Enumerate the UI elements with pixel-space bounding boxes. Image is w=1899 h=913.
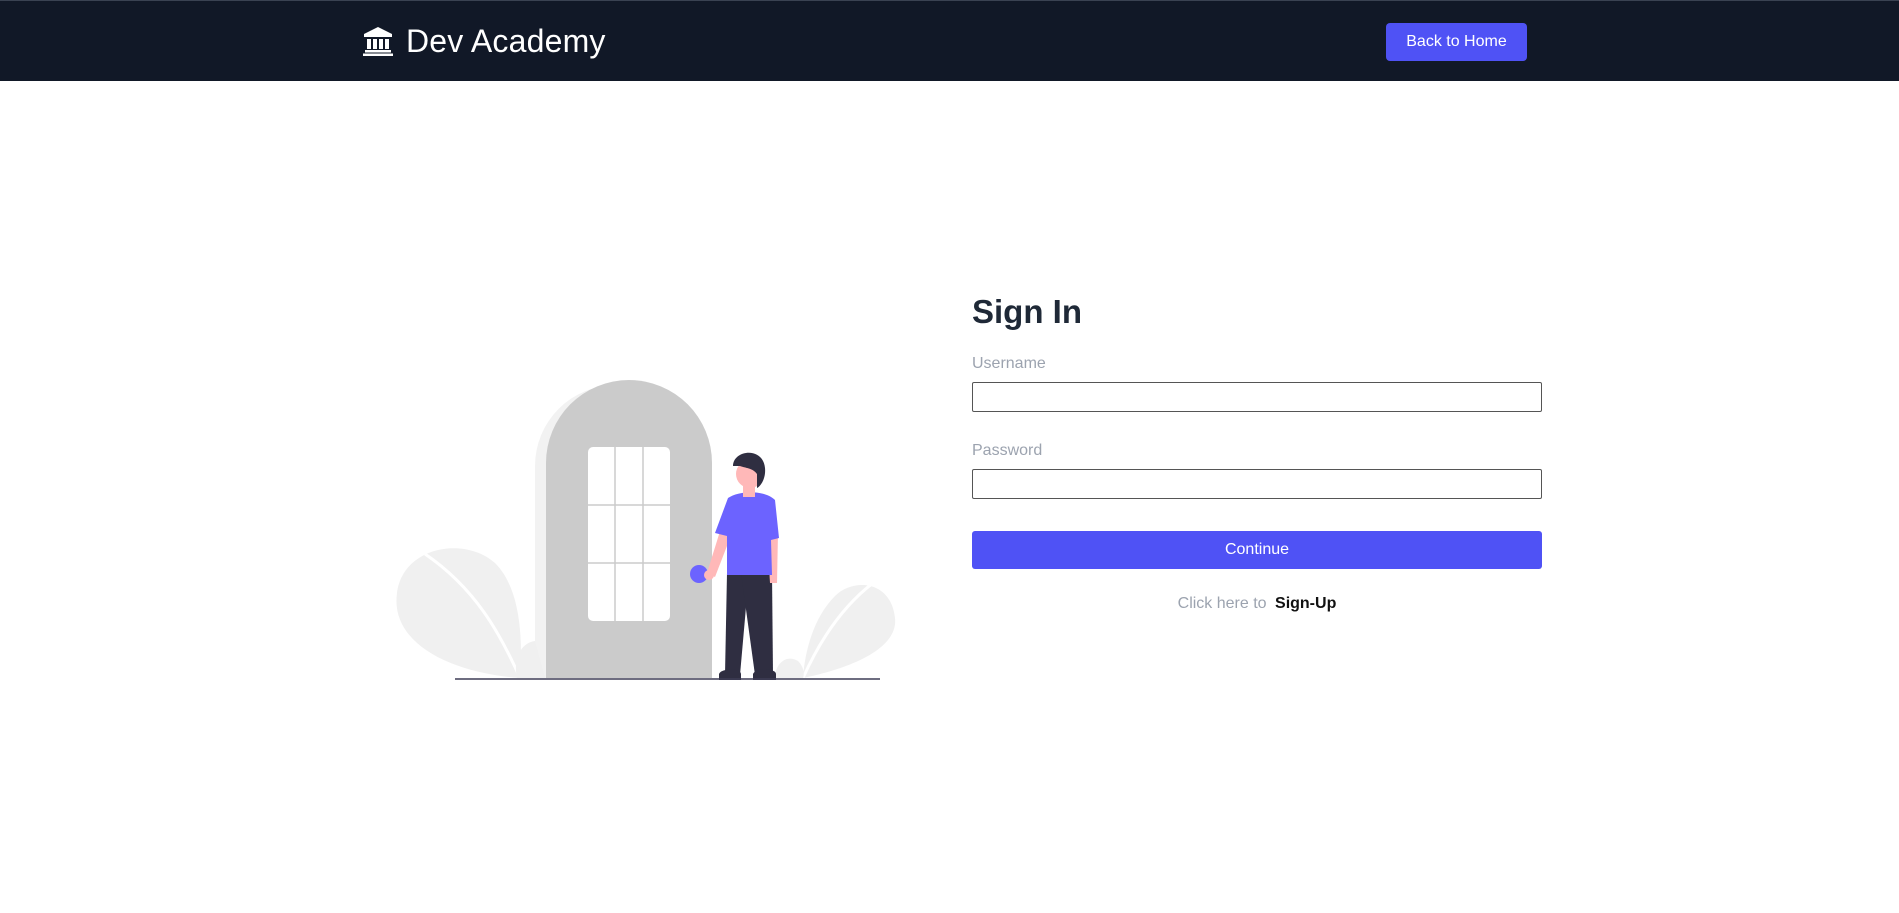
- door-window: [588, 447, 670, 621]
- signup-link[interactable]: Sign-Up: [1275, 595, 1336, 612]
- sign-in-form: Sign In Username Password Continue Click…: [972, 290, 1542, 614]
- person-at-door-illustration: [396, 380, 896, 680]
- left-leaf-shape: [396, 548, 521, 678]
- username-input[interactable]: [972, 382, 1542, 412]
- right-leaf-shape: [803, 585, 896, 678]
- back-to-home-button[interactable]: Back to Home: [1386, 23, 1527, 61]
- signup-row: Click here to Sign-Up: [972, 594, 1542, 614]
- password-input[interactable]: [972, 469, 1542, 499]
- navbar: Dev Academy Back to Home: [0, 0, 1899, 81]
- signup-prompt: Click here to: [1177, 595, 1267, 612]
- sign-in-title: Sign In: [972, 293, 1082, 330]
- person-right-leg: [741, 573, 773, 675]
- password-label: Password: [972, 442, 1043, 459]
- right-bush-shape: [775, 658, 804, 678]
- brand[interactable]: Dev Academy: [362, 21, 606, 61]
- username-label: Username: [972, 355, 1046, 372]
- person-hand: [704, 570, 714, 580]
- bank-building-icon: [363, 27, 393, 56]
- person-shirt: [715, 492, 779, 575]
- continue-button[interactable]: Continue: [972, 531, 1542, 569]
- brand-name: Dev Academy: [406, 22, 606, 59]
